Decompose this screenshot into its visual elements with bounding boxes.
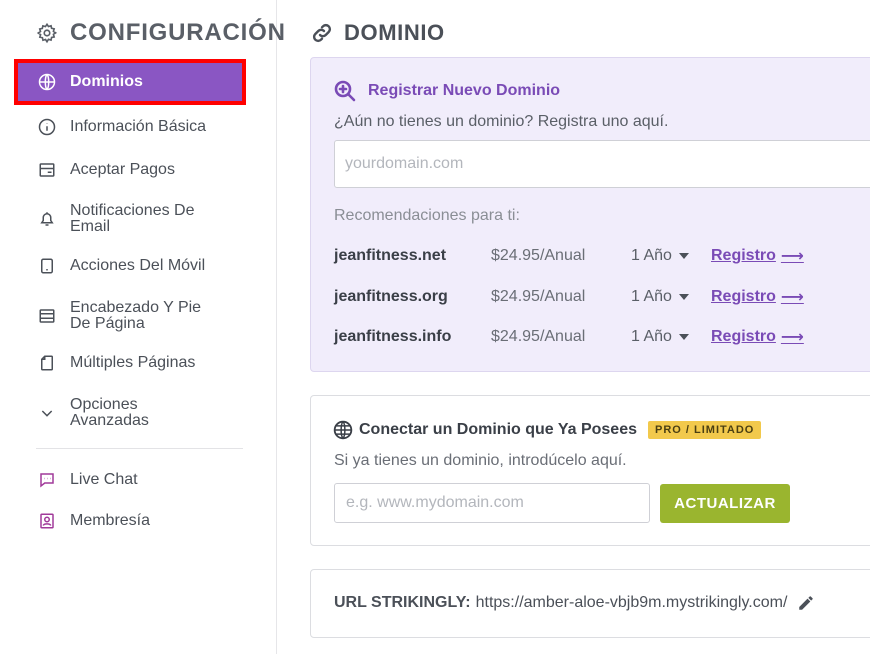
bell-icon [37,209,57,229]
arrow-right-icon: ⟶ [780,248,804,265]
sidebar-item-label: Múltiples Páginas [70,354,196,371]
link-icon [312,23,332,43]
header-footer-icon [37,306,57,326]
period-value: 1 Año [631,288,672,305]
recommendation-domain: jeanfitness.info [334,328,452,345]
update-button[interactable]: ACTUALIZAR [660,484,790,523]
arrow-right-icon: ⟶ [780,329,804,346]
connect-domain-card: Conectar un Dominio que Ya Posees PRO / … [310,395,870,546]
sidebar-item-informacion-basica[interactable]: Información Básica [14,115,206,139]
sidebar-item-label: Membresía [70,512,151,529]
page-title: DOMINIO [310,18,445,48]
sidebar-title: CONFIGURACIÓN [70,19,286,46]
recommendation-domain: jeanfitness.org [334,288,448,305]
info-icon [37,117,57,137]
register-link[interactable]: Registro ⟶ [711,287,804,307]
connect-heading-text: Conectar un Dominio que Ya Posees [359,421,637,438]
sidebar-item-live-chat[interactable]: Live Chat [14,468,138,492]
connect-domain-input[interactable] [334,483,650,523]
period-dropdown[interactable]: 1 Año [631,288,689,306]
sidebar-item-multiples-paginas[interactable]: Múltiples Páginas [14,351,195,375]
url-value: https://amber-aloe-vbjb9m.mystrikingly.c… [475,594,788,611]
register-heading: Registrar Nuevo Dominio [333,79,560,103]
caret-down-icon [678,294,689,300]
register-domain-card: Registrar Nuevo Dominio ¿Aún no tienes u… [310,57,870,372]
caret-down-icon [678,253,689,259]
recommendation-domain: jeanfitness.net [334,247,447,264]
sidebar-item-dominios[interactable]: Dominios [14,59,246,105]
strikingly-url-card: URL STRIKINGLY: https://amber-aloe-vbjb9… [310,569,870,638]
pencil-icon[interactable] [797,594,815,612]
recommendation-price: $24.95/Anual [491,328,586,345]
globe-icon [333,420,353,440]
sidebar-header: CONFIGURACIÓN [36,17,286,49]
recommendations-label: Recomendaciones para ti: [334,207,520,224]
register-link[interactable]: Registro ⟶ [711,246,804,266]
pro-badge: PRO / LIMITADO [648,421,762,439]
period-value: 1 Año [631,328,672,345]
caret-down-icon [678,334,689,340]
globe-icon [37,72,57,92]
payment-icon [37,160,57,180]
chevron-down-icon [37,403,57,423]
sidebar-item-label: Aceptar Pagos [70,161,175,178]
membership-icon [37,511,57,531]
register-subtitle: ¿Aún no tienes un dominio? Registra uno … [334,113,669,130]
sidebar-item-acciones-movil[interactable]: Acciones Del Móvil [14,254,205,278]
sidebar-item-label: Encabezado Y Pie De Página [70,299,202,332]
sidebar: CONFIGURACIÓN Dominios Información Básic… [0,0,285,654]
strikingly-url-row: URL STRIKINGLY: https://amber-aloe-vbjb9… [334,594,815,612]
sidebar-item-opciones-avanzadas[interactable]: Opciones Avanzadas [14,396,234,430]
recommendation-price: $24.95/Anual [491,288,586,305]
recommendation-price: $24.95/Anual [491,247,586,264]
register-link-text: Registro [711,247,776,264]
gear-icon [36,22,58,44]
register-link-text: Registro [711,328,776,345]
sidebar-divider [36,448,243,449]
arrow-right-icon: ⟶ [780,289,804,306]
sidebar-item-encabezado-pie[interactable]: Encabezado Y Pie De Página [14,299,234,333]
recommendation-row: jeanfitness.net $24.95/Anual 1 Año Regis… [334,244,854,268]
period-value: 1 Año [631,247,672,264]
register-link-text: Registro [711,288,776,305]
register-heading-text: Registrar Nuevo Dominio [368,82,561,99]
recommendation-row: jeanfitness.org $24.95/Anual 1 Año Regis… [334,285,854,309]
sidebar-item-label: Live Chat [70,471,138,488]
page-title-text: DOMINIO [344,20,445,45]
chat-icon [37,470,57,490]
zoom-plus-icon [334,80,356,102]
sidebar-item-label: Notificaciones De Email [70,202,195,235]
url-label: URL STRIKINGLY: [334,594,471,611]
connect-heading: Conectar un Dominio que Ya Posees PRO / … [333,420,762,440]
sidebar-item-label: Dominios [70,73,143,90]
period-dropdown[interactable]: 1 Año [631,247,689,265]
sidebar-item-aceptar-pagos[interactable]: Aceptar Pagos [14,158,175,182]
pages-icon [37,353,57,373]
sidebar-item-membresia[interactable]: Membresía [14,509,150,533]
connect-subtitle: Si ya tienes un dominio, introdúcelo aqu… [334,452,627,469]
sidebar-item-label: Opciones Avanzadas [70,396,149,429]
period-dropdown[interactable]: 1 Año [631,328,689,346]
sidebar-item-notificaciones[interactable]: Notificaciones De Email [14,202,234,236]
register-link[interactable]: Registro ⟶ [711,327,804,347]
domain-search-input[interactable] [334,140,870,188]
mobile-icon [37,256,57,276]
sidebar-item-label: Acciones Del Móvil [70,257,206,274]
recommendation-row: jeanfitness.info $24.95/Anual 1 Año Regi… [334,325,854,349]
sidebar-item-label: Información Básica [70,118,207,135]
